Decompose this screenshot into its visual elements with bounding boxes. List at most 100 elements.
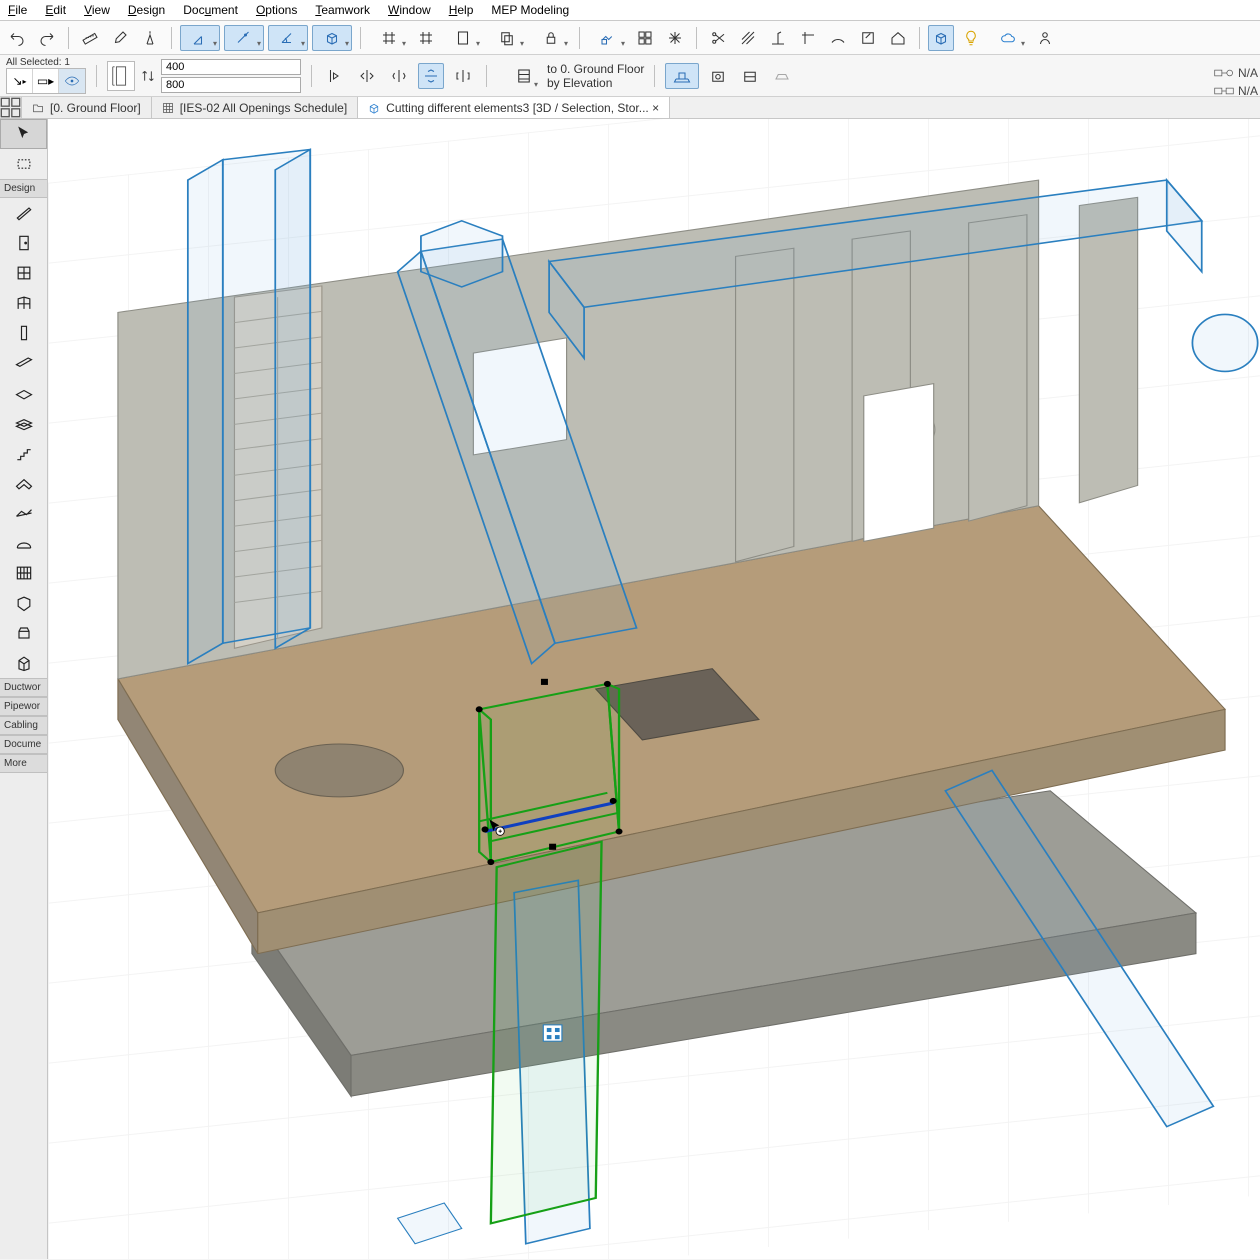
toolbox-more-label[interactable]: More — [0, 754, 47, 773]
menu-design[interactable]: Design — [128, 3, 165, 17]
toolbox-design-label: Design — [0, 179, 47, 198]
view-option-2[interactable] — [737, 63, 763, 89]
tool-opening[interactable] — [0, 648, 47, 678]
menu-teamwork[interactable]: Teamwork — [315, 3, 370, 17]
tool-roof[interactable] — [0, 468, 47, 498]
cube-icon — [368, 102, 380, 114]
menu-help[interactable]: Help — [449, 3, 474, 17]
menubar: FFileile Edit View Design Document Optio… — [0, 0, 1260, 21]
constraint-perp-button[interactable] — [180, 25, 220, 51]
cloud-button[interactable] — [988, 25, 1028, 51]
tool-marquee[interactable] — [0, 149, 47, 179]
undo-button[interactable] — [4, 25, 30, 51]
dim-swap-button[interactable] — [139, 63, 157, 89]
tool-column[interactable] — [0, 318, 47, 348]
constraint-3d-button[interactable] — [312, 25, 352, 51]
menu-document[interactable]: Document — [183, 3, 238, 17]
document-tabs: [0. Ground Floor] [IES-02 All Openings S… — [0, 97, 1260, 119]
lock-button[interactable] — [531, 25, 571, 51]
info-bar: All Selected: 1 ↘▸ ▭▸ to 0. Ground Floor… — [0, 55, 1260, 97]
menu-mep[interactable]: MEP Modeling — [491, 3, 569, 17]
tool-window[interactable] — [0, 258, 47, 288]
tool-object[interactable] — [0, 618, 47, 648]
flip-v-button[interactable] — [418, 63, 444, 89]
menu-options[interactable]: Options — [256, 3, 297, 17]
tool-corner-window[interactable] — [0, 288, 47, 318]
ref-floor-label: to 0. Ground Floor — [547, 62, 644, 76]
tab-schedule[interactable]: [IES-02 All Openings Schedule] — [152, 97, 358, 118]
iso-cube-button[interactable] — [928, 25, 954, 51]
main-toolbar — [0, 21, 1260, 55]
copy-button[interactable] — [487, 25, 527, 51]
tool-mesh[interactable] — [0, 498, 47, 528]
width-input[interactable] — [161, 59, 301, 75]
menu-view[interactable]: View — [84, 3, 110, 17]
scissors-button[interactable] — [705, 25, 731, 51]
tool-slab[interactable] — [0, 378, 47, 408]
grid-button[interactable] — [369, 25, 409, 51]
eyedropper-button[interactable] — [107, 25, 133, 51]
grid-cross-button[interactable] — [413, 25, 439, 51]
person-button[interactable] — [1032, 25, 1058, 51]
tool-door[interactable] — [0, 228, 47, 258]
align-left-button[interactable] — [322, 63, 348, 89]
building-model — [48, 119, 1260, 1259]
tool-shell[interactable] — [0, 528, 47, 558]
perpline-button[interactable] — [765, 25, 791, 51]
view-option-faded[interactable] — [769, 63, 795, 89]
tab-3d-view[interactable]: Cutting different elements3 [3D / Select… — [358, 97, 670, 118]
constraint-snap-button[interactable] — [224, 25, 264, 51]
measure-button[interactable] — [77, 25, 103, 51]
top-button[interactable] — [795, 25, 821, 51]
hatch-button[interactable] — [735, 25, 761, 51]
plan-level-button[interactable] — [665, 63, 699, 89]
tool-curtain-wall[interactable] — [0, 558, 47, 588]
workspace: Design Ductwor Pipewor Cabling Docume Mo… — [0, 119, 1260, 1259]
mirror-button[interactable] — [450, 63, 476, 89]
tool-beam[interactable] — [0, 348, 47, 378]
toolbox-cabling-label[interactable]: Cabling — [0, 716, 47, 735]
home-button[interactable] — [885, 25, 911, 51]
folder-icon — [32, 102, 44, 114]
tool-multislab[interactable] — [0, 408, 47, 438]
flip-h-button[interactable] — [386, 63, 412, 89]
view-option-1[interactable] — [705, 63, 731, 89]
menu-edit[interactable]: Edit — [45, 3, 66, 17]
tool-arrow[interactable] — [0, 119, 47, 149]
align-center-button[interactable] — [354, 63, 380, 89]
asterisk-button[interactable] — [662, 25, 688, 51]
selection-count-label: All Selected: 1 — [6, 57, 82, 68]
grid-tiles-button[interactable] — [632, 25, 658, 51]
redo-button[interactable] — [34, 25, 60, 51]
dim-icon[interactable] — [107, 61, 135, 91]
toolbox-ductwork-label[interactable]: Ductwor — [0, 678, 47, 697]
toolbox-pipework-label[interactable]: Pipewor — [0, 697, 47, 716]
toolbox-document-label[interactable]: Docume — [0, 735, 47, 754]
table-icon — [162, 102, 174, 114]
ref-mode-label: by Elevation — [547, 76, 644, 90]
tool-stair[interactable] — [0, 438, 47, 468]
tab-ground-floor[interactable]: [0. Ground Floor] — [22, 97, 152, 118]
page-button[interactable] — [443, 25, 483, 51]
link-model-button[interactable] — [588, 25, 628, 51]
constraint-angle-button[interactable] — [268, 25, 308, 51]
height-input[interactable] — [161, 77, 301, 93]
dimension-block — [107, 59, 301, 93]
tool-wall[interactable] — [0, 198, 47, 228]
3d-viewport[interactable] — [48, 119, 1260, 1259]
arc-button[interactable] — [825, 25, 851, 51]
menu-window[interactable]: Window — [388, 3, 431, 17]
seg-eye[interactable] — [59, 69, 85, 93]
menu-file[interactable]: FFileile — [8, 3, 27, 17]
compass-button[interactable] — [137, 25, 163, 51]
bulb-button[interactable] — [958, 25, 984, 51]
tool-morph[interactable] — [0, 588, 47, 618]
selection-mode-seg: ↘▸ ▭▸ — [6, 68, 86, 94]
tab-nav-icon[interactable] — [0, 97, 22, 118]
level-icon[interactable] — [507, 60, 541, 92]
na-block: N/A N/A — [1214, 66, 1258, 98]
square-sel-button[interactable] — [855, 25, 881, 51]
seg-rect[interactable]: ▭▸ — [33, 69, 59, 93]
seg-arrow[interactable]: ↘▸ — [7, 69, 33, 93]
reference-block: to 0. Ground Floor by Elevation — [507, 60, 644, 92]
